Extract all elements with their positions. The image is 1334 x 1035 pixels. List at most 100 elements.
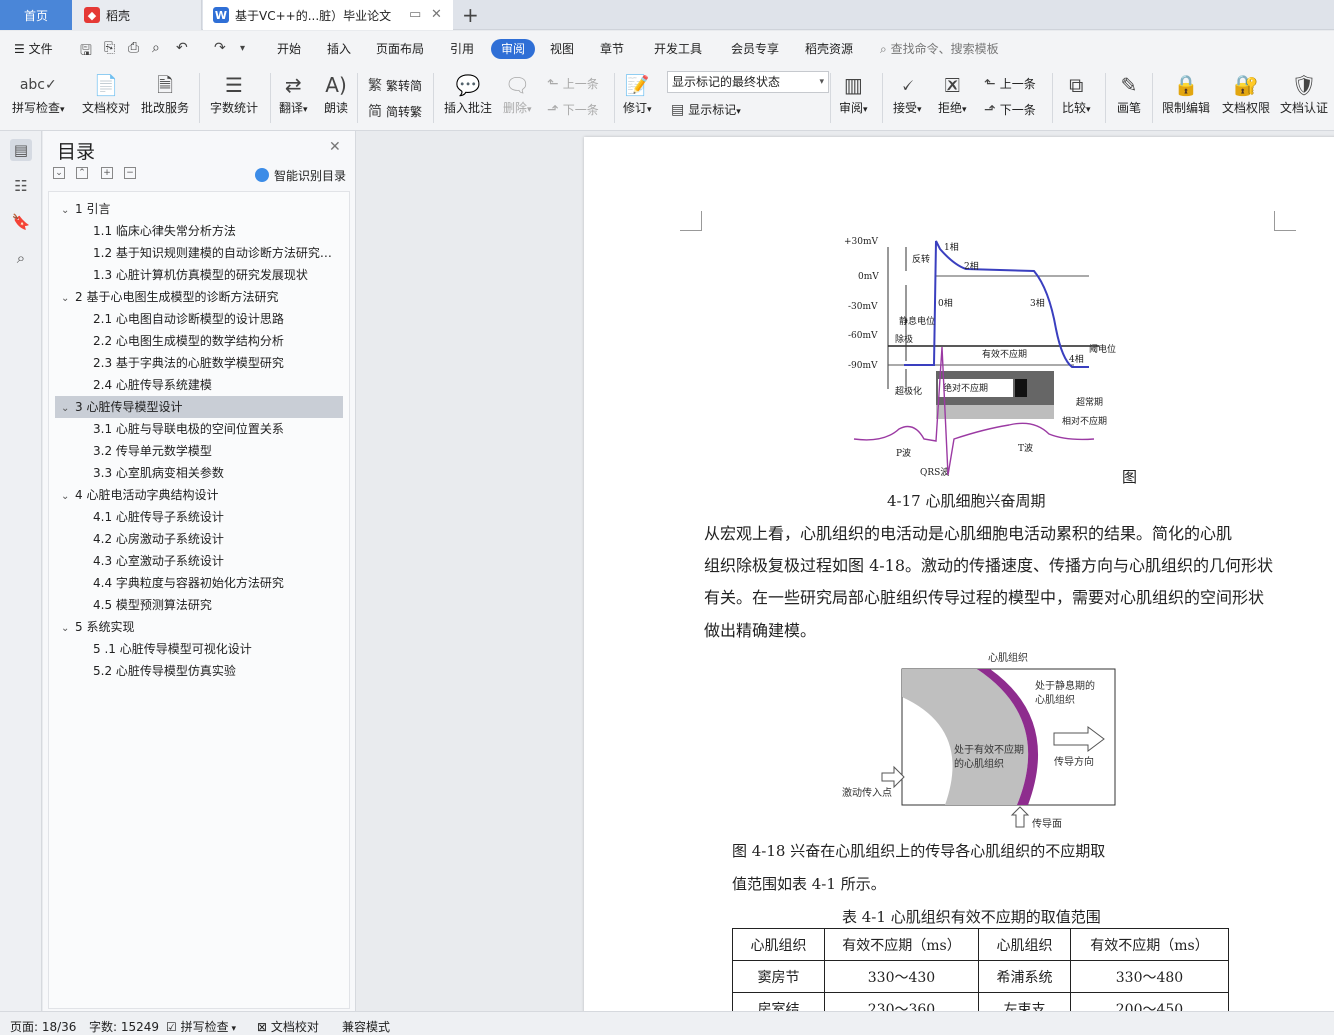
toc-item[interactable]: 2.3 基于字典法的心脏数学模型研究 (55, 352, 343, 374)
customize-dropdown-icon[interactable]: ▾ (240, 43, 245, 54)
chevron-down-icon[interactable]: ⌄ (61, 486, 75, 506)
toc-item[interactable]: 2.1 心电图自动诊断模型的设计思路 (55, 308, 343, 330)
menu-insert[interactable]: 插入 (327, 40, 351, 57)
toc-item[interactable]: 2.2 心电图生成模型的数学结构分析 (55, 330, 343, 352)
accept-button[interactable]: 🗸 接受▾ (893, 71, 922, 116)
to-traditional-button[interactable]: 简简转繁 (368, 101, 422, 121)
doc-permission-button[interactable]: 🔐 文档权限 (1222, 71, 1270, 116)
toc-item[interactable]: 1.1 临床心律失常分析方法 (55, 220, 343, 242)
menu-review[interactable]: 审阅 (491, 39, 535, 59)
delete-comment-button[interactable]: 🗨 删除▾ (503, 71, 532, 116)
menu-chapter[interactable]: 章节 (600, 40, 624, 57)
read-aloud-button[interactable]: A) 朗读 (324, 71, 348, 116)
review-pane-button[interactable]: ▥ 审阅▾ (839, 71, 868, 116)
toc-item-label: 3.1 心脏与导联电极的空间位置关系 (93, 422, 284, 436)
toc-item[interactable]: ⌄ 2 基于心电图生成模型的诊断方法研究 (55, 286, 343, 308)
remove-heading-icon[interactable]: − (124, 167, 136, 179)
next-change-button[interactable]: ⬏ 下一条 (984, 101, 1036, 118)
show-markup-button[interactable]: ▤ 显示标记▾ (671, 101, 741, 118)
smart-toc-button[interactable]: 智能识别目录 (255, 167, 346, 184)
status-spell-check[interactable]: ☑ 拼写检查 ▾ (166, 1018, 236, 1035)
toc-panel-icon[interactable]: ▤ (10, 139, 32, 161)
expand-all-icon[interactable]: ⌄ (53, 167, 65, 179)
label-qrs: QRS波 (920, 466, 949, 478)
table-cell: 330～430 (824, 960, 979, 993)
front-arrow (1010, 806, 1030, 828)
tab-document[interactable]: W 基于VC++的...脏）毕业论文 ▭ ✕ (203, 0, 453, 30)
doc-check-button[interactable]: 📄 文档校对 (82, 71, 130, 116)
close-icon[interactable]: ✕ (329, 139, 341, 155)
translate-button[interactable]: ⇄ 翻译▾ (279, 71, 308, 116)
compare-button[interactable]: ⧉ 比较▾ (1062, 71, 1091, 116)
menu-developer[interactable]: 开发工具 (654, 40, 702, 57)
toc-item[interactable]: 5 .1 心脏传导模型可视化设计 (55, 638, 343, 660)
word-count[interactable]: 字数: 15249 (89, 1018, 159, 1035)
undo-icon[interactable]: ↶ (176, 40, 188, 56)
tab-home[interactable]: 首页 (0, 0, 72, 30)
menu-member[interactable]: 会员专享 (731, 40, 779, 57)
add-heading-icon[interactable]: + (101, 167, 113, 179)
word-count-button[interactable]: ☰ 字数统计 (210, 71, 258, 116)
y-label: -60mV (848, 331, 878, 341)
tab-daoke[interactable]: ◆ 稻壳 (72, 0, 202, 30)
command-search[interactable]: ⌕ 查找命令、搜索模板 (880, 40, 999, 57)
toc-item[interactable]: 4.3 心室激动子系统设计 (55, 550, 343, 572)
menu-references[interactable]: 引用 (450, 40, 474, 57)
doc-auth-button[interactable]: 🛡 文档认证 (1280, 71, 1328, 116)
print-preview-icon[interactable]: ⌕ (152, 40, 160, 56)
restrict-edit-button[interactable]: 🔒 限制编辑 (1162, 71, 1210, 116)
toc-item[interactable]: ⌄ 4 心脏电活动字典结构设计 (55, 484, 343, 506)
close-tab-icon[interactable]: ✕ (431, 7, 442, 22)
review-service-button[interactable]: 🗎 批改服务 (141, 71, 189, 116)
menu-daoke-resources[interactable]: 稻壳资源 (805, 40, 853, 57)
toc-item[interactable]: ⌄ 5 系统实现 (55, 616, 343, 638)
reject-button[interactable]: 🗷 拒绝▾ (938, 71, 967, 116)
insert-comment-button[interactable]: 💬 插入批注 (444, 71, 492, 116)
toc-item[interactable]: 2.4 心脏传导系统建模 (55, 374, 343, 396)
toc-item-label: 2.2 心电图生成模型的数学结构分析 (93, 334, 284, 348)
toc-item[interactable]: 1.3 心脏计算机仿真模型的研究发展现状 (55, 264, 343, 286)
markup-state-select[interactable]: 显示标记的最终状态 ▾ (667, 71, 829, 93)
toc-item[interactable]: 5.2 心脏传导模型仿真实验 (55, 660, 343, 682)
chevron-down-icon[interactable]: ⌄ (61, 398, 75, 418)
new-tab-icon[interactable]: + (462, 3, 479, 27)
search-icon[interactable]: ⌕ (10, 247, 32, 269)
toc-item[interactable]: ⌄ 3 心脏传导模型设计 (55, 396, 343, 418)
menu-start[interactable]: 开始 (277, 40, 301, 57)
collapse-all-icon[interactable]: ⌃ (76, 167, 88, 179)
toc-item[interactable]: 4.2 心房激动子系统设计 (55, 528, 343, 550)
toc-item[interactable]: 3.1 心脏与导联电极的空间位置关系 (55, 418, 343, 440)
menu-file[interactable]: ☰ 文件 (14, 40, 53, 57)
chapter-nav-icon[interactable]: ☷ (10, 175, 32, 197)
pin-icon[interactable]: ▭ (409, 7, 421, 22)
track-changes-button[interactable]: 📝 修订▾ (623, 71, 652, 116)
toc-item[interactable]: 4.5 模型预测算法研究 (55, 594, 343, 616)
spell-check-button[interactable]: abc✓ 拼写检查▾ (12, 71, 65, 116)
page-indicator[interactable]: 页面: 18/36 (10, 1018, 76, 1035)
ink-button[interactable]: ✎ 画笔 (1117, 71, 1141, 116)
toc-item[interactable]: 1.2 基于知识规则建模的自动诊断方法研究现状 (55, 242, 343, 264)
toc-item[interactable]: 4.4 字典粒度与容器初始化方法研究 (55, 572, 343, 594)
status-doc-check[interactable]: ⊠ 文档校对 (257, 1018, 319, 1035)
chevron-down-icon[interactable]: ⌄ (61, 200, 75, 220)
chevron-down-icon: ▾ (863, 105, 868, 115)
bookmark-icon[interactable]: 🔖 (10, 211, 32, 233)
redo-icon[interactable]: ↷ (214, 40, 226, 56)
document-page[interactable]: +30mV 0mV -30mV -60mV -90mV 1相 2相 0相 3相 … (584, 137, 1334, 1011)
save-icon[interactable]: 🖫 (80, 40, 92, 64)
toc-item[interactable]: ⌄ 1 引言 (55, 198, 343, 220)
toc-item[interactable]: 3.2 传导单元数学模型 (55, 440, 343, 462)
to-simplified-button[interactable]: 繁繁转简 (368, 75, 422, 95)
chevron-down-icon[interactable]: ⌄ (61, 618, 75, 638)
menu-page-layout[interactable]: 页面布局 (376, 40, 424, 57)
menu-view[interactable]: 视图 (550, 40, 574, 57)
next-comment-button[interactable]: ⬏ 下一条 (547, 101, 599, 118)
prev-change-button[interactable]: ⬑ 上一条 (984, 75, 1036, 92)
toc-item[interactable]: 4.1 心脏传导子系统设计 (55, 506, 343, 528)
table-header-row: 心肌组织 有效不应期（ms） 心肌组织 有效不应期（ms） (732, 928, 1229, 961)
print-icon[interactable]: ⎙ (128, 40, 139, 56)
toc-item[interactable]: 3.3 心室肌病变相关参数 (55, 462, 343, 484)
prev-comment-button[interactable]: ⬑ 上一条 (547, 75, 599, 92)
export-pdf-icon[interactable]: ⎘ (104, 40, 115, 56)
chevron-down-icon[interactable]: ⌄ (61, 288, 75, 308)
